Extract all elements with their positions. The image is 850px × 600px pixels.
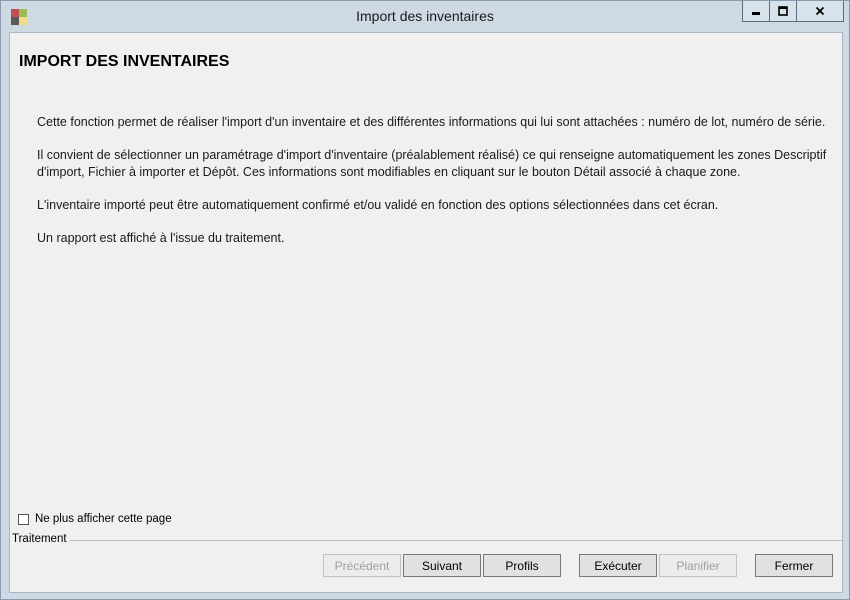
suivant-label: Suivant: [421, 558, 463, 573]
profils-label: Profils: [505, 558, 539, 573]
executer-button[interactable]: Exécuter: [579, 554, 657, 577]
close-button[interactable]: [796, 1, 844, 22]
close-icon: [815, 6, 825, 16]
group-divider: [64, 540, 842, 541]
dont-show-again-option[interactable]: Ne plus afficher cette page: [18, 513, 172, 525]
window-title: Import des inventaires: [356, 8, 494, 24]
description-paragraph: Il convient de sélectionner un paramétra…: [37, 148, 827, 179]
page-title: IMPORT DES INVENTAIRES: [19, 53, 230, 70]
planifier-button[interactable]: Planifier: [659, 554, 737, 577]
import-window: Import des inventaires IMPORT DES INVENT…: [0, 0, 850, 600]
precedent-label: Précédent: [334, 558, 390, 573]
description-paragraph: L'inventaire importé peut être automatiq…: [37, 198, 719, 212]
planifier-label: Planifier: [676, 558, 720, 573]
profils-button[interactable]: Profils: [483, 554, 561, 577]
suivant-button[interactable]: Suivant: [403, 554, 481, 577]
main-panel: IMPORT DES INVENTAIRES Cette fonction pe…: [9, 32, 843, 593]
minimize-icon: [752, 12, 760, 15]
dont-show-again-checkbox[interactable]: [18, 513, 29, 525]
maximize-icon: [778, 6, 788, 16]
executer-label: Exécuter: [594, 558, 642, 573]
fermer-button[interactable]: Fermer: [755, 554, 833, 577]
description-paragraph: Un rapport est affiché à l'issue du trai…: [37, 231, 285, 245]
precedent-button[interactable]: Précédent: [323, 554, 401, 577]
window-controls: [742, 1, 844, 22]
fermer-label: Fermer: [774, 558, 814, 573]
description-paragraph: Cette fonction permet de réaliser l'impo…: [37, 115, 826, 129]
title-bar[interactable]: Import des inventaires: [1, 1, 849, 32]
dont-show-again-label: Ne plus afficher cette page: [35, 513, 172, 525]
description: Cette fonction permet de réaliser l'impo…: [37, 114, 827, 263]
maximize-button[interactable]: [769, 1, 797, 22]
group-label: Traitement: [12, 533, 70, 545]
minimize-button[interactable]: [742, 1, 770, 22]
